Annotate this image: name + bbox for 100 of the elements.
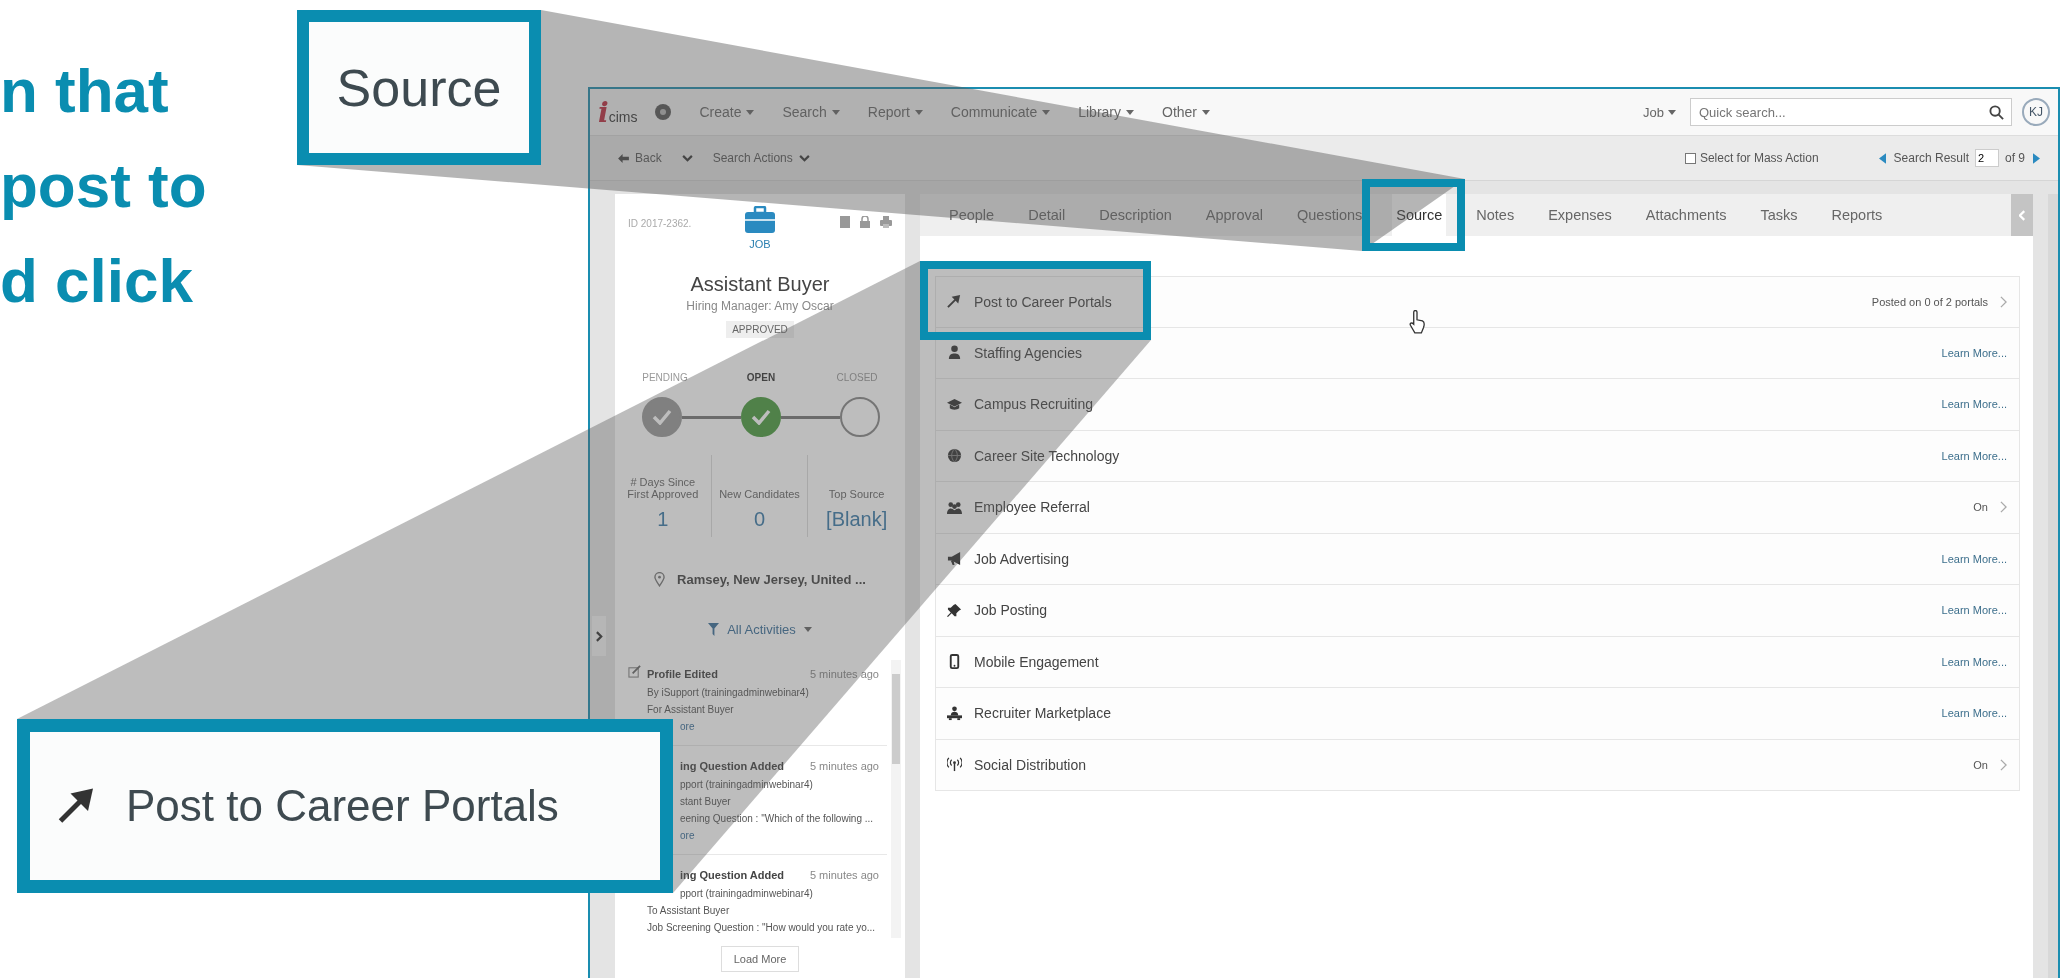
location-pin-icon bbox=[654, 572, 666, 587]
edit-icon bbox=[628, 665, 641, 678]
view-more-link[interactable]: ore bbox=[680, 718, 695, 735]
checkbox[interactable] bbox=[1684, 152, 1696, 164]
scrollbar[interactable] bbox=[2048, 194, 2058, 978]
source-label: Job Posting bbox=[974, 602, 1048, 619]
activity-title: ing Question Added bbox=[680, 760, 785, 772]
help-icon[interactable] bbox=[655, 104, 672, 120]
expand-handle[interactable] bbox=[592, 616, 606, 656]
activity-detail: To Assistant Buyer bbox=[647, 904, 730, 918]
record-title: Assistant Buyer bbox=[689, 273, 831, 297]
caret-icon bbox=[1042, 109, 1051, 115]
result-label: Search Result bbox=[1893, 151, 1969, 165]
tab[interactable]: Notes bbox=[1472, 194, 1519, 236]
result-field[interactable]: 2 bbox=[1975, 149, 1999, 167]
arrow-icon bbox=[946, 294, 962, 310]
previous-icon[interactable] bbox=[1878, 152, 1886, 164]
caret-icon bbox=[803, 627, 812, 632]
stage-label: CLOSED bbox=[835, 372, 879, 383]
callout-label: Source bbox=[336, 57, 502, 118]
learn-more-link[interactable]: Learn More... bbox=[1941, 707, 2007, 720]
stat-value: [Blank] bbox=[826, 508, 888, 531]
location-text: Ramsey, New Jersey, United ... bbox=[677, 572, 866, 587]
menu-item[interactable]: Other bbox=[1148, 104, 1225, 120]
source-row[interactable]: Social Distribution On bbox=[935, 739, 2020, 791]
menu-item[interactable]: Search bbox=[768, 104, 854, 120]
search-icon[interactable] bbox=[1989, 105, 2004, 120]
load-more-button[interactable]: Load More bbox=[720, 946, 800, 972]
stage-label: PENDING bbox=[641, 372, 689, 383]
caret-icon bbox=[1668, 109, 1676, 115]
learn-more-link[interactable]: Learn More... bbox=[1941, 346, 2007, 359]
filter-icon bbox=[708, 623, 720, 636]
source-label: Staffing Agencies bbox=[974, 344, 1082, 361]
chevron-down-icon bbox=[681, 154, 693, 162]
activity-detail: For Assistant Buyer bbox=[647, 703, 734, 717]
logo[interactable]: icims bbox=[598, 95, 638, 129]
checkbox-label: Select for Mass Action bbox=[1699, 151, 1819, 165]
print-icon[interactable] bbox=[880, 216, 892, 228]
chevron-right-icon bbox=[2000, 758, 2007, 771]
stat-value: 1 bbox=[657, 508, 669, 531]
source-row[interactable]: Job Posting Learn More... bbox=[935, 585, 2020, 637]
learn-more-link[interactable]: Learn More... bbox=[1941, 398, 2007, 411]
learn-more-link[interactable]: Learn More... bbox=[1941, 604, 2007, 617]
source-row[interactable]: Career Site Technology Learn More... bbox=[935, 430, 2020, 482]
menu-item[interactable]: Communicate bbox=[936, 104, 1065, 120]
source-row[interactable]: Employee Referral On bbox=[935, 482, 2020, 534]
source-row[interactable]: Campus Recruiting Learn More... bbox=[935, 379, 2020, 431]
activity-title: ing Question Added bbox=[680, 869, 785, 881]
lock-icon[interactable] bbox=[860, 216, 870, 228]
source-label: Social Distribution bbox=[974, 756, 1087, 773]
source-label: Mobile Engagement bbox=[974, 653, 1099, 670]
source-row[interactable]: Mobile Engagement Learn More... bbox=[935, 636, 2020, 688]
tab[interactable]: Tasks bbox=[1756, 194, 1802, 236]
chevron-left-icon bbox=[2018, 209, 2026, 221]
megaphone-icon bbox=[946, 551, 962, 567]
search-field[interactable]: Quick search... bbox=[1690, 98, 2012, 126]
source-row[interactable]: Recruiter Marketplace Learn More... bbox=[935, 688, 2020, 740]
user-avatar[interactable]: KJ bbox=[2022, 98, 2050, 126]
instruction-text: n that bbox=[0, 55, 169, 127]
tab[interactable]: Expenses bbox=[1544, 194, 1616, 236]
chevron-right-icon bbox=[2000, 501, 2007, 514]
source-label: Job Advertising bbox=[974, 550, 1069, 567]
activity-detail: stant Buyer bbox=[680, 795, 731, 809]
tab[interactable]: Attachments bbox=[1641, 194, 1731, 236]
stat-label: Top Source bbox=[827, 488, 886, 500]
stat-label: New Candidates bbox=[718, 488, 801, 500]
stat-label: # Days Since First Approved bbox=[626, 476, 700, 500]
source-status: On bbox=[1973, 758, 1988, 771]
menu-item[interactable]: Create bbox=[685, 104, 769, 120]
tab[interactable]: Reports bbox=[1827, 194, 1887, 236]
source-status: On bbox=[1973, 501, 1988, 514]
source-label: Recruiter Marketplace bbox=[974, 705, 1111, 722]
back-button[interactable]: Back bbox=[608, 147, 672, 169]
learn-more-link[interactable]: Learn More... bbox=[1941, 655, 2007, 668]
source-label: Post to Career Portals bbox=[974, 293, 1112, 310]
next-icon[interactable] bbox=[2033, 152, 2040, 164]
menu-item[interactable]: Report bbox=[853, 104, 937, 120]
record-id: ID 2017-2362. bbox=[628, 217, 693, 231]
view-more-link[interactable]: ore bbox=[680, 827, 695, 844]
filter-dropdown[interactable]: All Activities bbox=[702, 621, 818, 638]
source-status: Posted on 0 of 2 portals bbox=[1871, 295, 1988, 308]
caret-icon bbox=[1126, 109, 1134, 115]
source-row[interactable]: Job Advertising Learn More... bbox=[935, 533, 2020, 585]
instruction-text: post to bbox=[0, 150, 207, 222]
globe-icon bbox=[946, 448, 962, 464]
learn-more-link[interactable]: Learn More... bbox=[1941, 449, 2007, 462]
source-label: Employee Referral bbox=[974, 499, 1090, 516]
scrollbar[interactable] bbox=[891, 660, 901, 938]
search-actions-button[interactable]: Search Actions bbox=[702, 147, 820, 169]
caret-icon bbox=[746, 109, 755, 115]
pushpin-icon bbox=[946, 602, 962, 618]
tab[interactable]: Source bbox=[1392, 194, 1447, 236]
pointer-cursor-icon bbox=[1408, 310, 1426, 334]
status-badge: APPROVED bbox=[726, 321, 794, 338]
activity-time: 5 minutes ago bbox=[809, 760, 879, 772]
scope-dropdown[interactable]: Job bbox=[1637, 103, 1682, 121]
caret-icon bbox=[1202, 109, 1211, 115]
learn-more-link[interactable]: Learn More... bbox=[1941, 552, 2007, 565]
activity-time: 5 minutes ago bbox=[809, 668, 879, 680]
activity-detail: By iSupport (trainingadminwebinar4) bbox=[647, 686, 809, 700]
